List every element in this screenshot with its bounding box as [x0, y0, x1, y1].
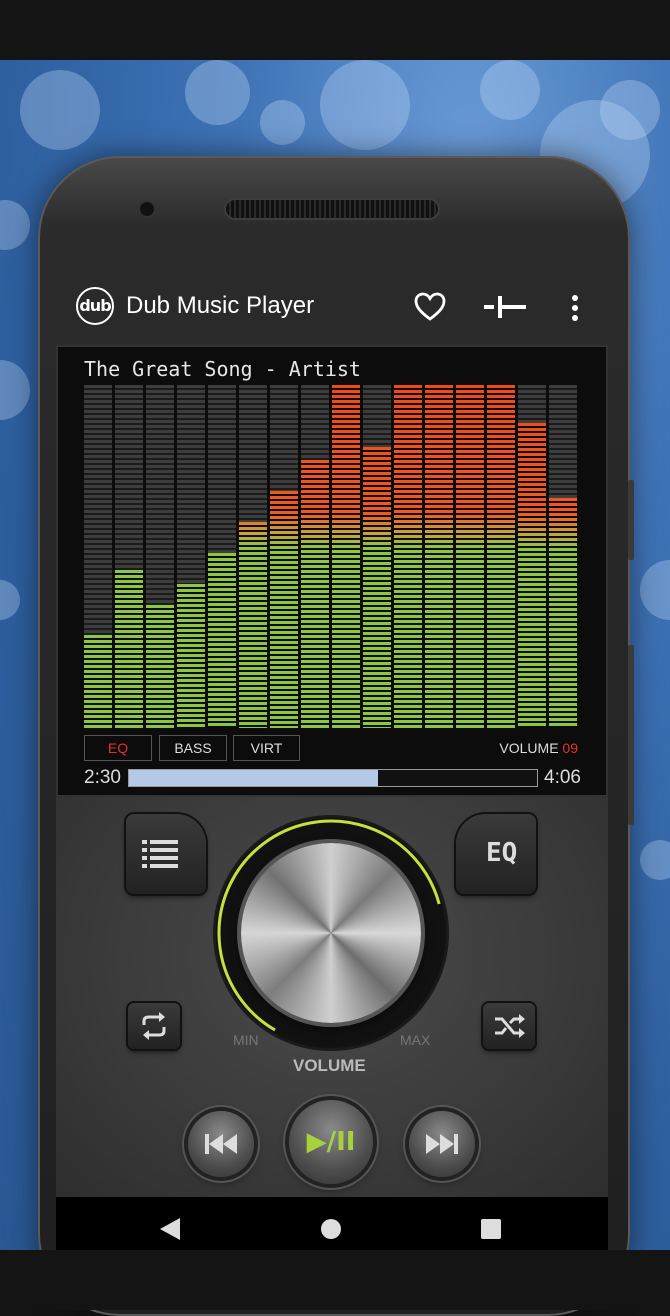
phone-side-button: [628, 645, 634, 825]
camera-icon: [140, 202, 154, 216]
equalizer-bar-level: [239, 522, 267, 728]
equalizer-bar: [84, 385, 112, 728]
equalizer-bar: [394, 385, 422, 728]
equalizer-bar: [301, 385, 329, 728]
playlist-icon: [142, 840, 178, 868]
app-bar: dub Dub Music Player: [56, 280, 608, 336]
volume-readout-label: VOLUME: [499, 740, 559, 756]
total-time: 4:06: [544, 767, 581, 788]
equalizer-bar-level: [208, 553, 236, 728]
tab-eq[interactable]: EQ: [84, 735, 152, 761]
song-title: The Great Song - Artist: [84, 357, 361, 381]
equalizer-bar-level: [115, 570, 143, 728]
volume-readout: VOLUME 09: [499, 740, 578, 756]
equalizer-bar: [115, 385, 143, 728]
volume-knob[interactable]: [241, 843, 421, 1023]
equalizer-bar: [487, 385, 515, 728]
equalizer-bar-level: [518, 423, 546, 728]
equalizer-bar: [332, 385, 360, 728]
home-circle-icon[interactable]: [321, 1219, 341, 1239]
equalizer-bar: [146, 385, 174, 728]
progress-bar[interactable]: [128, 769, 538, 787]
max-label: MAX: [400, 1032, 431, 1048]
equalizer-bar-level: [425, 385, 453, 728]
equalizer-bar-level: [146, 605, 174, 728]
system-nav-bar: [56, 1197, 608, 1250]
equalizer-bar-level: [394, 385, 422, 728]
equalizer-bar-level: [549, 498, 577, 728]
shuffle-button[interactable]: [483, 1003, 535, 1049]
next-button[interactable]: [409, 1111, 475, 1177]
equalizer-bar: [518, 385, 546, 728]
status-bar: [0, 0, 670, 60]
playlist-button[interactable]: [126, 814, 206, 894]
equalizer-bar-level: [487, 385, 515, 728]
equalizer-bar-level: [84, 635, 112, 728]
tab-eq-label: EQ: [107, 740, 129, 756]
min-label: MIN: [233, 1032, 259, 1048]
equalizer-bar: [239, 385, 267, 728]
volume-knob-label: VOLUME: [293, 1056, 366, 1075]
equalizer-bar-level: [301, 460, 329, 728]
heart-outline-icon[interactable]: [414, 292, 446, 322]
visualizer-display: The Great Song - Artist EQ BASS VIRT VOL…: [56, 345, 608, 797]
equalizer-bars: [84, 385, 580, 728]
repeat-icon: [142, 1012, 166, 1040]
bottom-frame: [0, 1250, 670, 1310]
skip-next-icon: [426, 1134, 458, 1154]
recents-square-icon[interactable]: [481, 1219, 501, 1239]
shuffle-icon: [495, 1014, 525, 1038]
eq-button-label: EQ: [486, 838, 518, 868]
app-title: Dub Music Player: [126, 292, 315, 319]
equalizer-bar: [208, 385, 236, 728]
equalizer-bar: [456, 385, 484, 728]
repeat-button[interactable]: [128, 1003, 180, 1049]
equalizer-bar: [270, 385, 298, 728]
equalizer-bar-level: [363, 447, 391, 728]
slider-icon[interactable]: [484, 296, 528, 318]
speaker-grille: [226, 200, 438, 218]
previous-button[interactable]: [188, 1111, 254, 1177]
eq-button[interactable]: EQ: [456, 814, 536, 894]
app-logo: dub: [76, 287, 114, 325]
equalizer-bar: [549, 385, 577, 728]
play-pause-button[interactable]: ▶/II: [289, 1100, 373, 1184]
volume-readout-value: 09: [562, 740, 578, 756]
phone-side-button: [628, 480, 634, 560]
more-vert-icon[interactable]: [571, 294, 579, 322]
equalizer-bar-level: [177, 584, 205, 728]
equalizer-bar-level: [270, 491, 298, 728]
equalizer-bar-level: [332, 385, 360, 728]
play-pause-label: ▶/II: [306, 1127, 356, 1157]
equalizer-bar: [363, 385, 391, 728]
equalizer-bar: [425, 385, 453, 728]
equalizer-bar: [177, 385, 205, 728]
tab-bass-label: BASS: [174, 740, 212, 756]
tab-virt[interactable]: VIRT: [233, 735, 300, 761]
progress-fill: [129, 770, 378, 786]
equalizer-bar-level: [456, 385, 484, 728]
tab-virt-label: VIRT: [250, 740, 283, 756]
elapsed-time: 2:30: [84, 767, 121, 788]
tab-bass[interactable]: BASS: [159, 735, 227, 761]
back-triangle-icon[interactable]: [160, 1218, 180, 1240]
skip-previous-icon: [205, 1134, 237, 1154]
